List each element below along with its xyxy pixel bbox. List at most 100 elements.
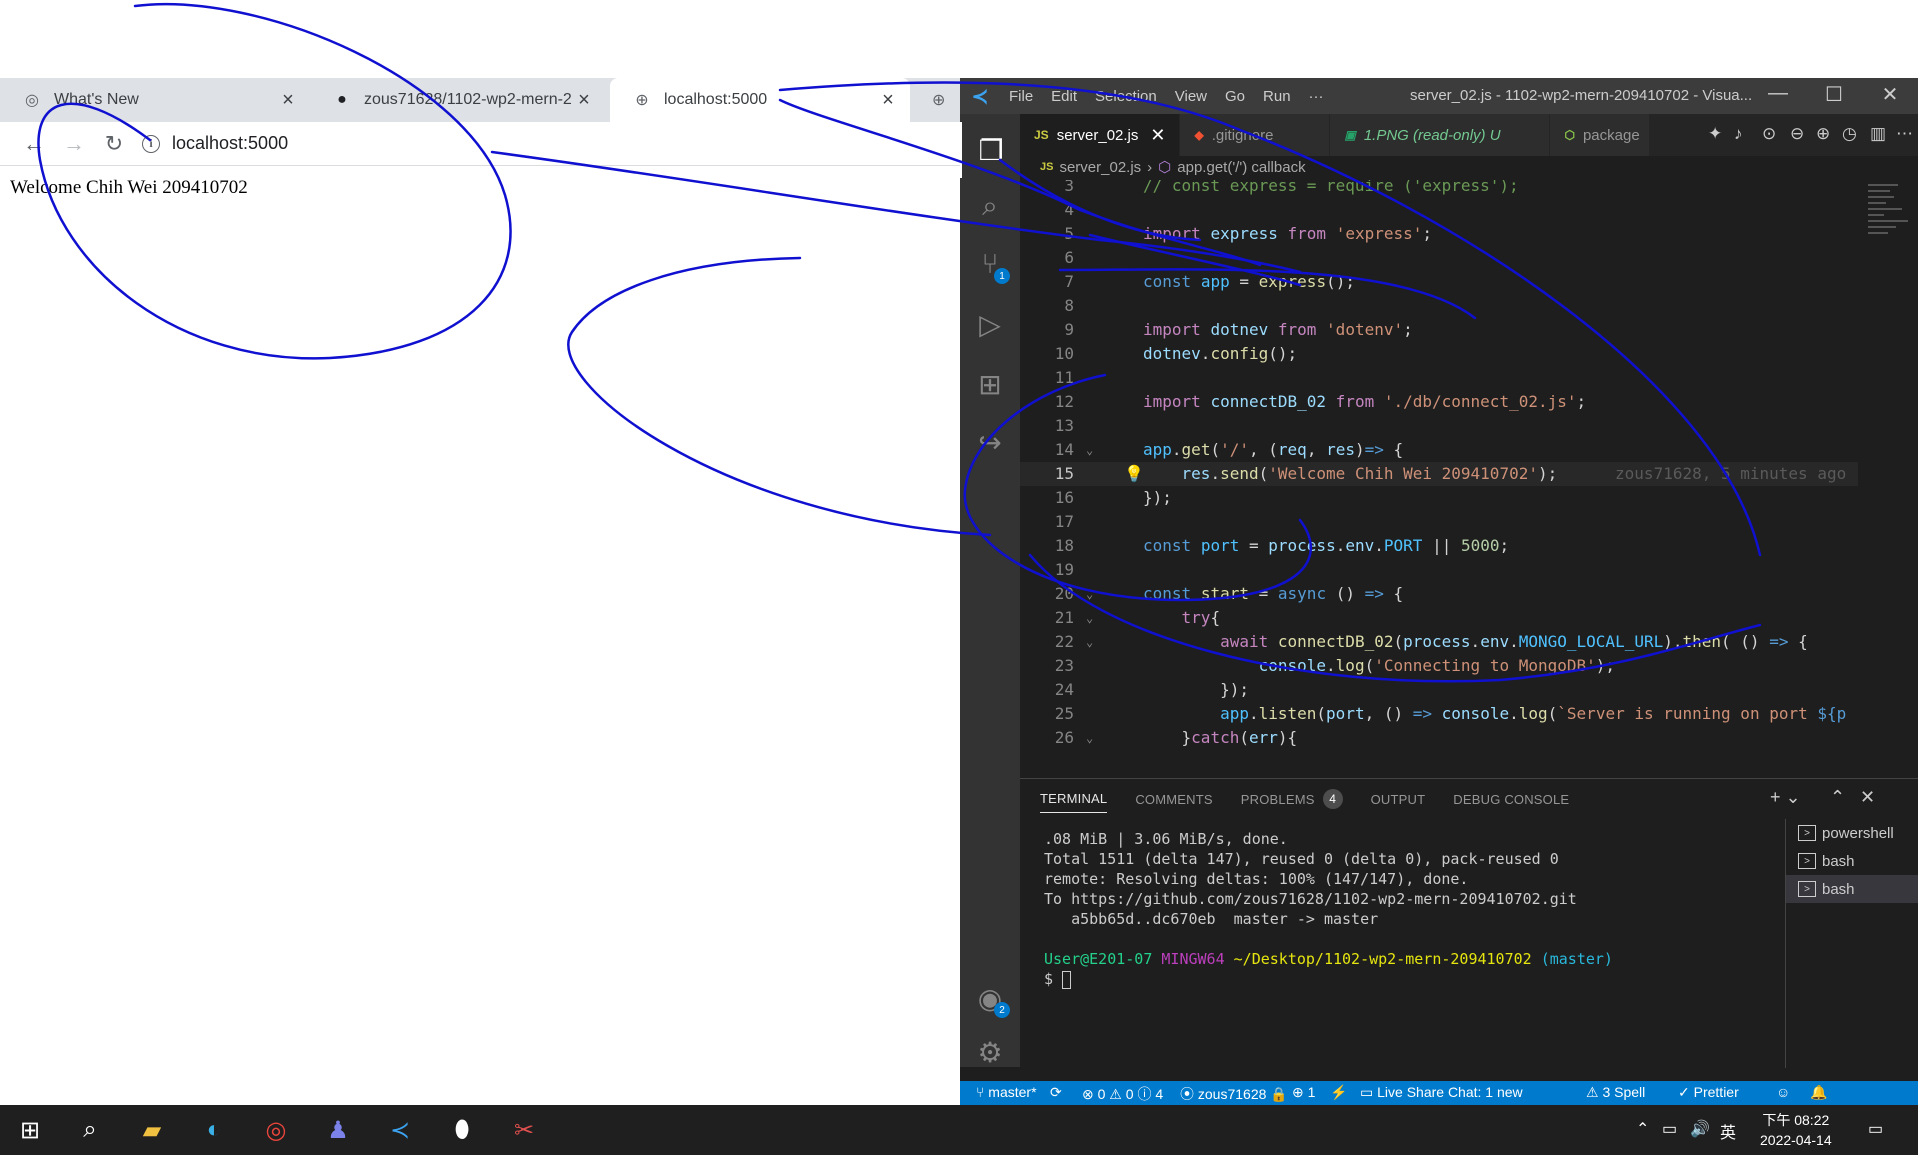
panel-tab-problems[interactable]: PROBLEMS 4 [1241, 789, 1343, 809]
browser-tab-localhost[interactable]: ⊕ localhost:5000 × [610, 78, 910, 122]
terminal-item-bash-active[interactable]: > bash [1786, 875, 1918, 903]
chrome-icon: ◎ [25, 92, 39, 109]
accounts-icon[interactable]: ◉ 2 [960, 970, 1020, 1026]
status-user[interactable]: ⦿ zous71628 🔒 [1180, 1084, 1288, 1104]
status-ports[interactable]: ⊕ 1 [1292, 1084, 1315, 1101]
close-icon[interactable]: × [574, 89, 594, 112]
status-branch[interactable]: ⑂ master* [976, 1084, 1037, 1100]
sync-icon[interactable]: ⟳ [1050, 1084, 1062, 1101]
menu-edit[interactable]: Edit [1042, 88, 1086, 105]
window-title: server_02.js - 1102-wp2-mern-209410702 -… [1410, 87, 1753, 104]
maximize-panel-icon[interactable]: ⌃ [1830, 787, 1845, 808]
forward-arrow-icon[interactable]: → [54, 131, 94, 157]
mongodb-compass-icon[interactable]: ⬮ [442, 1112, 482, 1148]
code-line: 9 import dotnev from 'dotenv'; [1064, 320, 1413, 339]
pin-icon[interactable]: ✦ [1708, 124, 1722, 144]
minimize-icon[interactable]: — [1750, 82, 1806, 105]
menu-selection[interactable]: Selection [1086, 88, 1166, 105]
maximize-icon[interactable]: ☐ [1806, 82, 1862, 107]
live-share-icon[interactable]: ↪ [960, 414, 1020, 470]
panel-tab-debug-console[interactable]: DEBUG CONSOLE [1453, 792, 1569, 807]
address-bar-url[interactable]: localhost:5000 [172, 133, 288, 154]
search-icon[interactable]: ⌕ [70, 1112, 110, 1148]
tab-server-02-js[interactable]: JS server_02.js ✕ [1020, 114, 1181, 156]
chevron-up-icon[interactable]: ⌃ [1636, 1119, 1649, 1139]
code-editor[interactable]: 3// const express = require ('express');… [1020, 180, 1858, 754]
tab-gitignore[interactable]: ◆ .gitignore [1180, 114, 1331, 156]
chrome-icon[interactable]: ◎ [256, 1112, 296, 1148]
notification-center-icon[interactable]: ▭ [1868, 1119, 1883, 1139]
windows-start-icon[interactable]: ⊞ [10, 1112, 50, 1148]
reload-icon[interactable]: ↻ [94, 131, 134, 157]
system-clock[interactable]: 下午 08:22 2022-04-14 [1760, 1110, 1832, 1150]
terminal-line: remote: Resolving deltas: 100% (147/147)… [1044, 870, 1469, 888]
panel-tab-comments[interactable]: COMMENTS [1135, 792, 1212, 807]
code-line: 10 dotnev.config(); [1054, 344, 1298, 363]
volume-icon[interactable]: 🔊 [1690, 1119, 1710, 1139]
activity-bar: ❐ ⌕ ⑂ 1 ▷ ⊞ ↪ ◉ 2 ⚙ [960, 114, 1020, 1068]
status-spell[interactable]: ⚠ 3 Spell [1586, 1084, 1645, 1101]
close-icon[interactable]: × [278, 89, 298, 112]
address-bar[interactable]: i localhost:5000 [142, 133, 288, 154]
git-compare-icon[interactable]: ⊙ [1762, 124, 1776, 144]
input-language[interactable]: 英 [1720, 1119, 1736, 1143]
new-terminal-icon[interactable]: + ⌄ [1770, 787, 1801, 808]
browser-tab-whats-new[interactable]: ◎ What's New × [0, 78, 310, 122]
tab-label: What's New [54, 91, 139, 108]
search-icon[interactable]: ⌕ [960, 178, 1020, 234]
breadcrumb-symbol[interactable]: app.get('/') callback [1177, 159, 1305, 176]
audio-cue-icon[interactable]: ♪ [1734, 124, 1743, 144]
back-arrow-icon[interactable]: ← [14, 131, 54, 157]
browser-tab-strip: ◎ What's New × ● zous71628/1102-wp2-mern… [0, 78, 960, 122]
source-control-icon[interactable]: ⑂ 1 [960, 236, 1020, 292]
check-double-icon: ✓ [1678, 1084, 1690, 1100]
menu-view[interactable]: View [1166, 88, 1216, 105]
feedback-icon[interactable]: ☺ [1776, 1084, 1790, 1100]
breadcrumb-file[interactable]: server_02.js [1059, 159, 1141, 176]
vscode-logo-icon: ≺ [971, 85, 989, 108]
minimap[interactable] [1858, 180, 1918, 754]
file-explorer-icon[interactable]: ▰ [132, 1112, 172, 1148]
panel-tab-terminal[interactable]: TERMINAL [1040, 791, 1108, 813]
git-next-icon[interactable]: ⊕ [1816, 124, 1830, 144]
split-editor-icon[interactable]: ▥ [1870, 124, 1886, 144]
close-icon[interactable]: ✕ [1150, 125, 1165, 146]
notifications-icon[interactable]: 🔔 [1810, 1084, 1827, 1101]
status-problems[interactable]: ⊗ 0 ⚠ 0 ⓘ 4 [1082, 1084, 1163, 1104]
tab-package[interactable]: ⬡ package [1550, 114, 1651, 156]
browser-tab-github[interactable]: ● zous71628/1102-wp2-mern-2 × [310, 78, 606, 122]
terminal-prompt: User@E201-07 MINGW64 ~/Desktop/1102-wp2-… [1044, 950, 1613, 968]
panel-tab-output[interactable]: OUTPUT [1371, 792, 1426, 807]
tab-1-png[interactable]: ▣ 1.PNG (read-only) U [1330, 114, 1551, 156]
edge-icon[interactable]: ◐ [194, 1112, 234, 1148]
lightbulb-icon[interactable]: 💡 [1124, 462, 1144, 486]
run-debug-icon[interactable]: ▷ [960, 296, 1020, 352]
close-panel-icon[interactable]: ✕ [1860, 787, 1875, 808]
browser-tab-partial[interactable]: ⊕ G [910, 78, 960, 122]
timeline-icon[interactable]: ◷ [1842, 124, 1857, 144]
settings-gear-icon[interactable]: ⚙ [960, 1024, 1020, 1080]
menu-file[interactable]: File [1000, 88, 1042, 105]
close-window-icon[interactable]: ✕ [1862, 82, 1918, 107]
lightning-icon[interactable]: ⚡ [1330, 1084, 1347, 1101]
tab-label: package [1582, 126, 1640, 144]
menu-more[interactable]: ··· [1300, 88, 1333, 105]
menu-go[interactable]: Go [1216, 88, 1254, 105]
network-icon[interactable]: ▭ [1662, 1119, 1677, 1139]
vscode-icon[interactable]: ≺ [380, 1112, 420, 1148]
info-icon[interactable]: i [142, 134, 160, 153]
teams-icon[interactable]: ♟ [318, 1112, 358, 1148]
menu-run[interactable]: Run [1254, 88, 1300, 105]
status-prettier[interactable]: ✓ Prettier [1678, 1084, 1739, 1101]
terminal-output[interactable]: .08 MiB | 3.06 MiB/s, done. Total 1511 (d… [1044, 829, 1613, 989]
explorer-icon[interactable]: ❐ [960, 122, 1020, 178]
terminal-item-powershell[interactable]: > powershell [1786, 819, 1918, 847]
close-icon[interactable]: × [878, 89, 898, 112]
terminal-item-bash[interactable]: > bash [1786, 847, 1918, 875]
status-live-share[interactable]: ▭ Live Share Chat: 1 new [1360, 1084, 1523, 1101]
page-content-text: Welcome Chih Wei 209410702 [10, 177, 248, 198]
extensions-icon[interactable]: ⊞ [960, 356, 1020, 412]
snipping-tool-icon[interactable]: ✂ [504, 1112, 544, 1148]
more-actions-icon[interactable]: ⋯ [1896, 124, 1913, 144]
git-prev-icon[interactable]: ⊖ [1790, 124, 1804, 144]
